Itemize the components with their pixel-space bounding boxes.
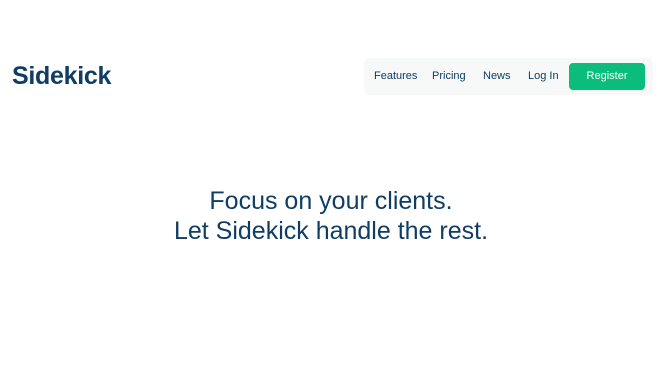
hero-headline-line-1: Focus on your clients. (209, 187, 453, 215)
nav-link-news[interactable]: News (483, 70, 511, 83)
brand-logo[interactable]: Sidekick (12, 60, 111, 92)
page: Sidekick Features Pricing News Log In Re… (0, 0, 662, 372)
nav-link-log-in[interactable]: Log In (528, 70, 559, 83)
top-navigation: Features Pricing News Log In Register (364, 58, 653, 95)
hero-section: Focus on your clients. Let Sidekick hand… (0, 186, 662, 246)
nav-link-pricing[interactable]: Pricing (432, 70, 466, 83)
nav-link-features[interactable]: Features (374, 70, 417, 83)
register-button[interactable]: Register (569, 63, 645, 90)
hero-headline-line-2: Let Sidekick handle the rest. (173, 217, 489, 245)
hero-headline: Focus on your clients. Let Sidekick hand… (0, 186, 662, 246)
